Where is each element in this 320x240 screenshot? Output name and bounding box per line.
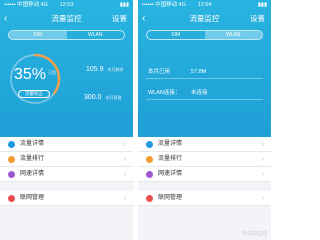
red-dot-icon <box>146 195 153 202</box>
tab-sim[interactable]: SIM <box>9 31 67 39</box>
menu-item-speed-details[interactable]: 网速详情 › <box>0 167 133 182</box>
orange-dot-icon <box>146 156 153 163</box>
divider <box>138 182 271 191</box>
menu-item-speed-details[interactable]: 网速详情 › <box>138 167 271 182</box>
red-dot-icon <box>8 195 15 202</box>
info-key: WLAN连接： <box>148 90 181 96</box>
tab-wlan[interactable]: WLAN <box>204 31 262 39</box>
plan-label: 本月套餐 <box>105 95 122 100</box>
info-value: 未连接 <box>191 90 208 96</box>
menu-item-label: 网速详情 <box>158 171 183 177</box>
divider <box>0 182 133 191</box>
menu-item-traffic-details[interactable]: 流量详情 › <box>138 137 271 152</box>
purple-dot-icon <box>146 171 153 178</box>
remaining-label: 本月剩余 <box>107 67 124 72</box>
watermark: 中关村在线 <box>241 231 267 237</box>
info-key: 本月已用 <box>148 69 171 75</box>
blue-dot-icon <box>8 141 15 148</box>
settings-button[interactable]: 设置 <box>112 11 127 27</box>
menu-item-label: 流量排行 <box>158 156 183 162</box>
menu-item-network-management[interactable]: 联网管理 › <box>138 191 271 206</box>
status-bar: •••••• 中国移动 4G 12:53 ▮▮▮ <box>0 0 133 10</box>
menu-item-label: 网速详情 <box>20 171 45 177</box>
info-row-used: 本月已用 57.8M <box>146 66 263 79</box>
chevron-right-icon: › <box>123 141 126 148</box>
menu-item-label: 流量详情 <box>20 141 45 147</box>
hero-panel: •••••• 中国移动 4G 12:54 ▮▮▮ ‹ 流量监控 设置 SIM W… <box>138 0 271 137</box>
plan-stat: 300.0 本月套餐 <box>84 94 122 101</box>
chevron-right-icon: › <box>123 156 126 163</box>
chevron-right-icon: › <box>261 141 264 148</box>
status-time: 12:53 <box>59 2 74 8</box>
usage-percent: 35% <box>13 66 47 83</box>
chevron-right-icon: › <box>261 171 264 178</box>
tab-switcher: SIM WLAN <box>146 30 263 40</box>
blue-dot-icon <box>146 141 153 148</box>
chevron-right-icon: › <box>261 195 264 202</box>
calibrate-button[interactable]: 流量校正 <box>18 90 50 98</box>
menu-item-label: 联网管理 <box>20 195 45 201</box>
menu-item-network-management[interactable]: 联网管理 › <box>0 191 133 206</box>
hero-panel: •••••• 中国移动 4G 12:53 ▮▮▮ ‹ 流量监控 设置 SIM W… <box>0 0 133 137</box>
chevron-right-icon: › <box>123 195 126 202</box>
chevron-right-icon: › <box>123 171 126 178</box>
remaining-value: 105.9 <box>86 66 104 73</box>
phone-screen-sim: •••••• 中国移动 4G 12:53 ▮▮▮ ‹ 流量监控 设置 SIM W… <box>0 0 133 240</box>
battery-icon: ▮▮▮ <box>119 2 129 8</box>
menu-list: 流量详情 › 流量排行 › 网速详情 › 联网管理 › <box>138 137 271 206</box>
settings-button[interactable]: 设置 <box>250 11 265 27</box>
tab-sim[interactable]: SIM <box>147 31 205 39</box>
tab-wlan[interactable]: WLAN <box>67 31 125 39</box>
remaining-stat: 105.9 本月剩余 <box>86 66 124 73</box>
plan-value: 300.0 <box>84 94 102 101</box>
usage-percent-label: 已用 <box>48 70 56 75</box>
menu-item-traffic-ranking[interactable]: 流量排行 › <box>138 152 271 167</box>
status-bar: •••••• 中国移动 4G 12:54 ▮▮▮ <box>138 0 271 10</box>
menu-list: 流量详情 › 流量排行 › 网速详情 › 联网管理 › <box>0 137 133 206</box>
chevron-right-icon: › <box>261 156 264 163</box>
menu-item-traffic-ranking[interactable]: 流量排行 › <box>0 152 133 167</box>
info-row-wlan: WLAN连接： 未连接 <box>146 87 263 100</box>
orange-dot-icon <box>8 156 15 163</box>
info-value: 57.8M <box>191 69 207 75</box>
nav-bar: ‹ 流量监控 设置 <box>0 11 133 27</box>
phone-screen-wlan: •••••• 中国移动 4G 12:54 ▮▮▮ ‹ 流量监控 设置 SIM W… <box>138 0 271 240</box>
purple-dot-icon <box>8 171 15 178</box>
battery-icon: ▮▮▮ <box>257 2 267 8</box>
nav-bar: ‹ 流量监控 设置 <box>138 11 271 27</box>
tab-switcher: SIM WLAN <box>8 30 125 40</box>
menu-item-label: 流量排行 <box>20 156 45 162</box>
status-time: 12:54 <box>197 2 212 8</box>
menu-item-traffic-details[interactable]: 流量详情 › <box>0 137 133 152</box>
menu-item-label: 联网管理 <box>158 195 183 201</box>
usage-gauge: 35% 已用 流量校正 <box>8 52 62 106</box>
menu-item-label: 流量详情 <box>158 141 183 147</box>
